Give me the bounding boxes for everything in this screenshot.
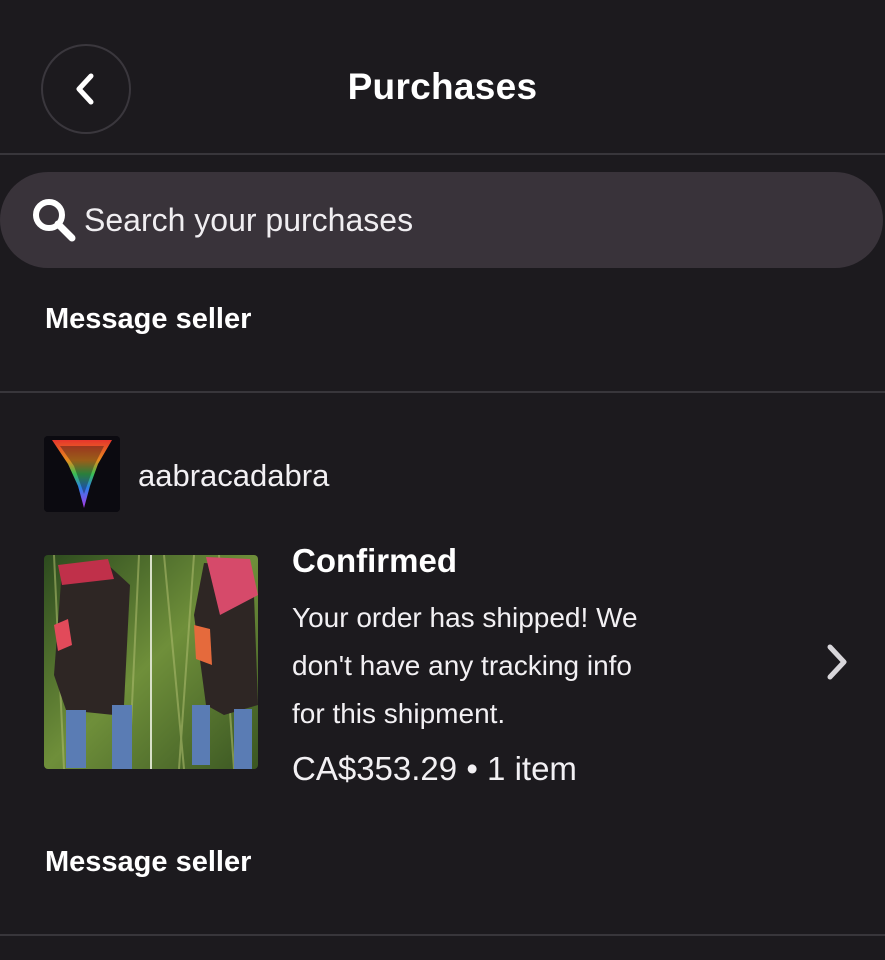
message-seller-link[interactable]: Message seller <box>45 303 251 336</box>
order-price: CA$353.29 <box>292 750 458 787</box>
chevron-right-icon[interactable] <box>820 642 854 682</box>
order-info[interactable]: Confirmed Your order has shipped! We don… <box>292 542 732 788</box>
order-description-line: for this shipment. <box>292 698 506 729</box>
order-divider <box>0 391 885 393</box>
search-input[interactable]: Search your purchases <box>84 202 413 239</box>
shop-name[interactable]: aabracadabra <box>138 458 329 494</box>
search-bar[interactable]: Search your purchases <box>0 172 883 268</box>
header: Purchases <box>0 0 885 155</box>
price-line: CA$353.29 • 1 item <box>292 750 732 788</box>
header-divider <box>0 153 885 155</box>
order-description: Your order has shipped! We don't have an… <box>292 594 732 738</box>
order-status: Confirmed <box>292 542 457 579</box>
shop-avatar[interactable] <box>44 436 120 512</box>
search-icon <box>33 199 76 242</box>
order-description-line: don't have any tracking info <box>292 650 633 681</box>
message-seller-link[interactable]: Message seller <box>45 846 251 879</box>
product-image[interactable] <box>44 555 258 769</box>
order-description-line: Your order has shipped! We <box>292 602 638 633</box>
item-count: 1 item <box>487 750 577 787</box>
page-title: Purchases <box>347 66 538 107</box>
separator-dot: • <box>466 750 478 787</box>
order-divider-bottom <box>0 934 885 936</box>
